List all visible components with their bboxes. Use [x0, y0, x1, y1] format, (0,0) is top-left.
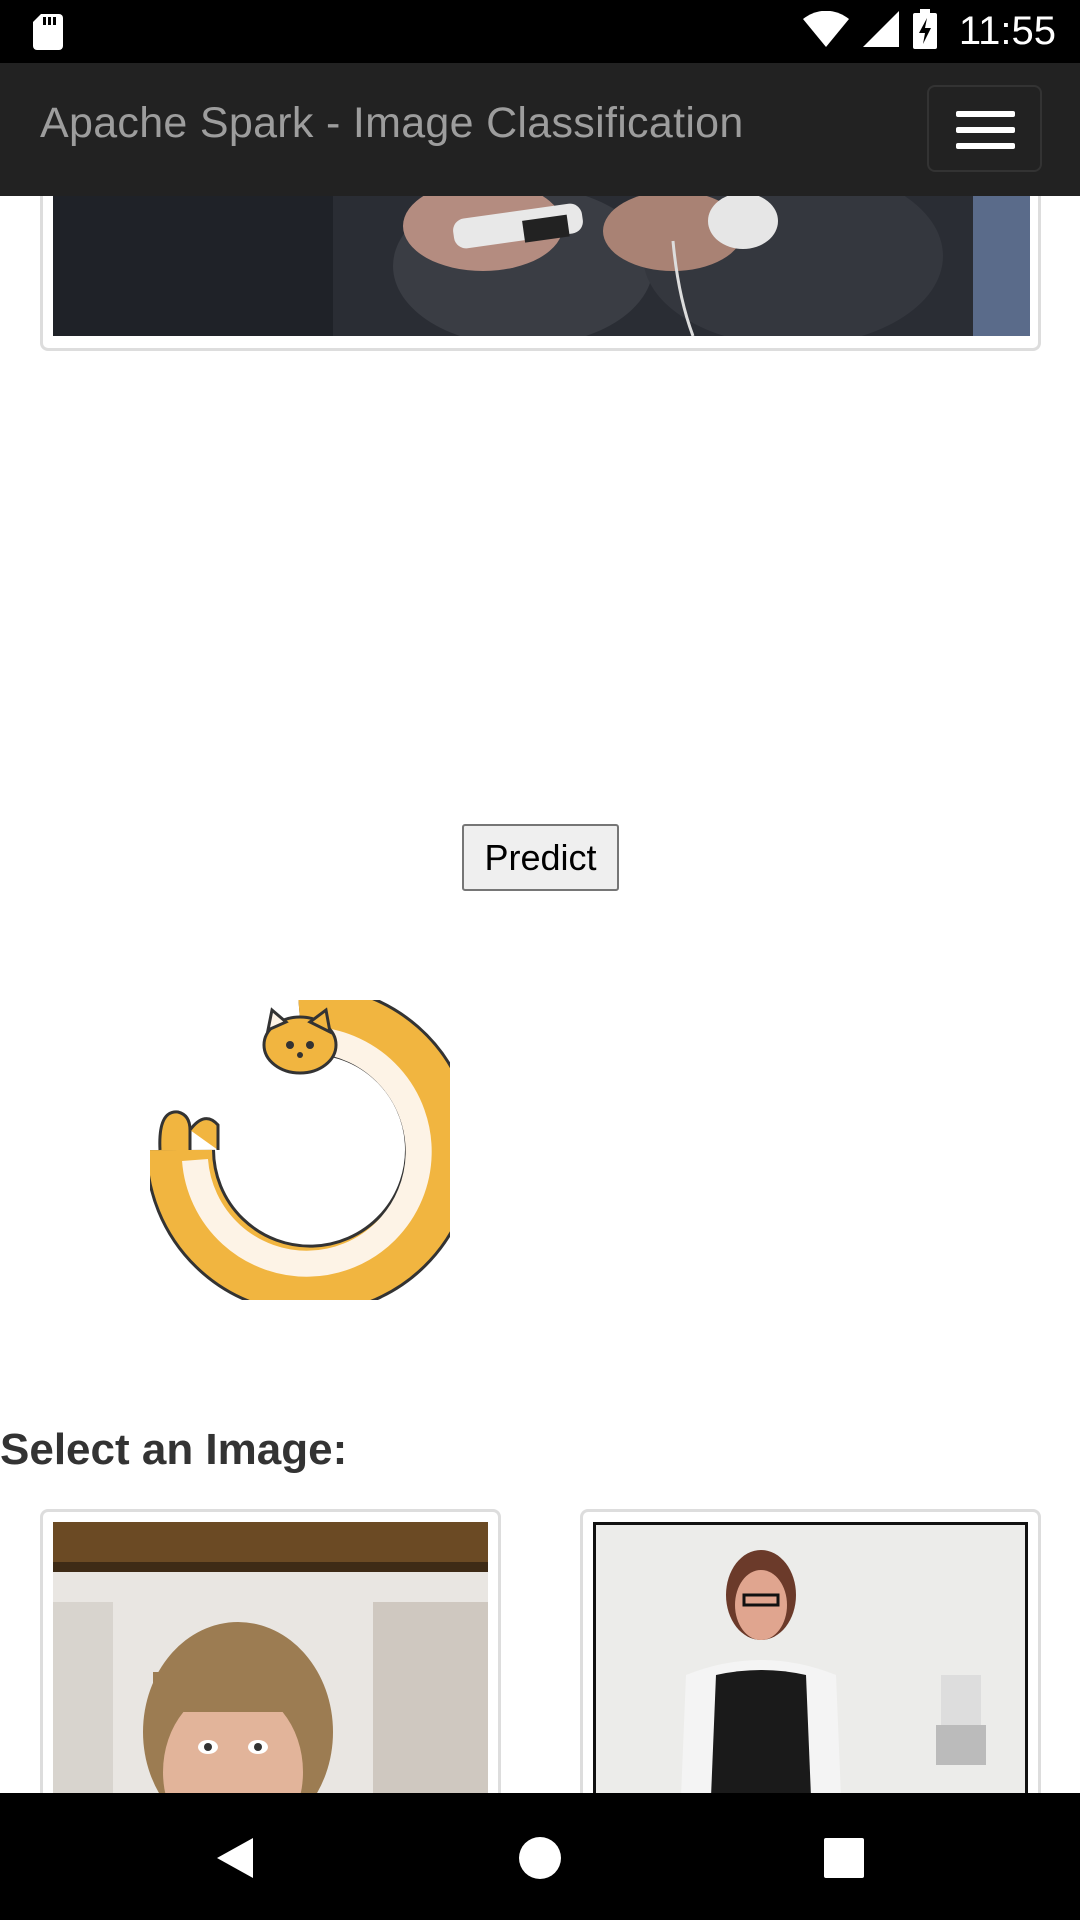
recents-icon[interactable]	[824, 1838, 864, 1883]
home-icon[interactable]	[518, 1836, 562, 1885]
battery-charging-icon	[912, 9, 937, 54]
navbar: Apache Spark - Image Classification	[0, 63, 1080, 196]
image-thumbnail-wii-players[interactable]	[40, 196, 1041, 351]
status-bar: 11:55	[0, 0, 1080, 63]
clock: 11:55	[958, 9, 1056, 53]
navbar-toggle-button[interactable]	[927, 85, 1042, 172]
cat-loading-spinner-icon	[145, 984, 475, 1315]
select-image-heading: Select an Image:	[0, 1425, 348, 1474]
wii-controllers-photo	[53, 196, 1030, 336]
signal-icon	[862, 11, 899, 52]
back-icon[interactable]	[213, 1836, 257, 1885]
wifi-icon	[802, 10, 849, 52]
system-navigation-bar	[0, 1793, 1080, 1920]
navbar-brand[interactable]: Apache Spark - Image Classification	[40, 99, 744, 148]
predict-button[interactable]: Predict	[462, 824, 619, 891]
sd-card-icon	[33, 14, 63, 55]
